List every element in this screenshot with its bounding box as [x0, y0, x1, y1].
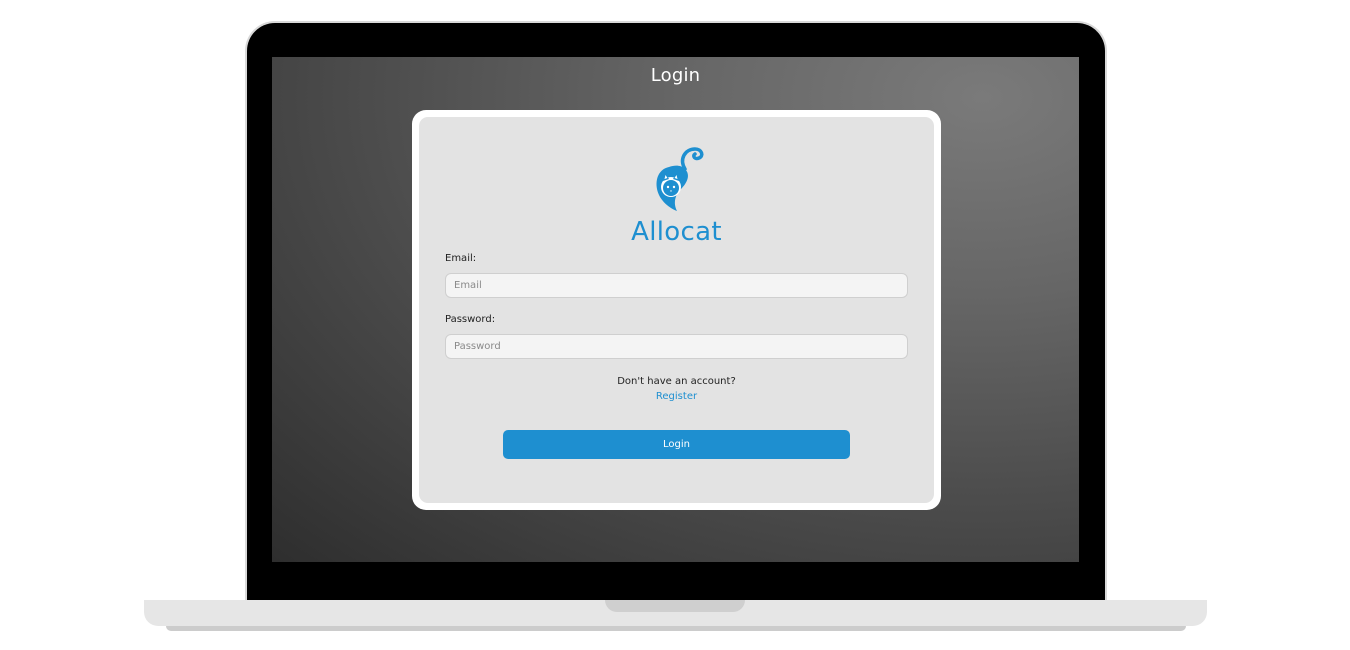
cat-logo-icon: [419, 145, 934, 217]
laptop-screen: Login Allocat Email: Email Password: Don…: [272, 57, 1079, 562]
login-card-frame: Allocat Email: Password: Don't have an a…: [412, 110, 941, 510]
no-account-text: Don't have an account?: [617, 376, 736, 387]
login-card: Allocat Email: Password: Don't have an a…: [419, 117, 934, 503]
page-title: Login: [650, 65, 701, 86]
laptop-notch: [605, 600, 745, 612]
register-link[interactable]: Register: [419, 391, 934, 402]
email-label: Email:: [445, 253, 477, 264]
password-input[interactable]: [445, 334, 908, 359]
password-label: Password:: [445, 314, 496, 325]
login-button[interactable]: Login: [503, 430, 850, 459]
laptop-mockup: Login Allocat Email: Email Password: Don…: [0, 0, 1350, 650]
email-input[interactable]: [445, 273, 908, 298]
brand-name: Allocat: [631, 217, 722, 247]
laptop-base-shadow: [166, 626, 1186, 631]
